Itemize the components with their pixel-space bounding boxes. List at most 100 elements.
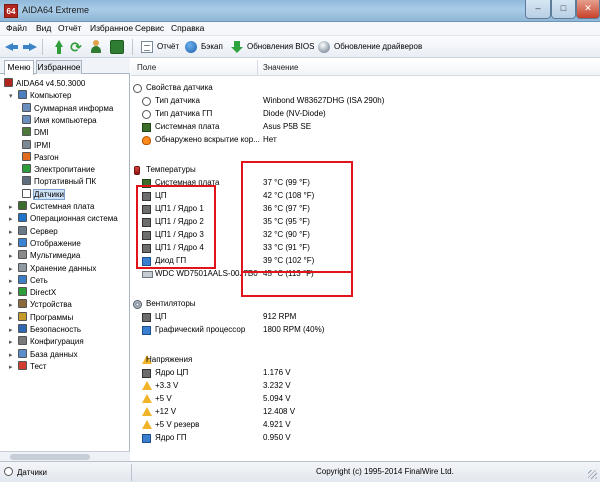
table-row[interactable]: +3.3 V 3.232 V: [131, 380, 600, 392]
menu-view[interactable]: Вид: [36, 23, 51, 33]
tree-expander-icon[interactable]: ▸: [9, 251, 16, 262]
tree-item[interactable]: IPMI: [22, 139, 50, 151]
tree-item[interactable]: Портативный ПК: [22, 176, 96, 187]
tree-item[interactable]: ▸ Операционная система: [9, 213, 118, 224]
tree-item[interactable]: ▸ Безопасность: [9, 324, 81, 335]
table-row[interactable]: ЦП1 / Ядро 2 35 °C (95 °F): [131, 216, 600, 228]
tree-expander-icon[interactable]: ▸: [9, 325, 16, 336]
tree-item[interactable]: ▸ Конфигурация: [9, 336, 84, 347]
tree-item[interactable]: Датчики: [22, 188, 65, 200]
table-row[interactable]: WDC WD7501AALS-00J7B0 45 °C (113 °F): [131, 268, 600, 280]
refresh-icon[interactable]: ⟳: [69, 40, 83, 54]
column-field[interactable]: Поле: [137, 63, 156, 72]
tree-item-icon: [18, 250, 27, 260]
cpu-icon: [142, 218, 151, 227]
table-row[interactable]: Ядро ЦП 1.176 V: [131, 367, 600, 379]
horizontal-scrollbar[interactable]: [0, 451, 130, 461]
table-row[interactable]: +5 V резерв 4.921 V: [131, 419, 600, 431]
scrollbar-thumb[interactable]: [10, 454, 90, 460]
tree-item[interactable]: AIDA64 v4.50.3000: [4, 78, 85, 89]
menu-report[interactable]: Отчёт: [58, 23, 82, 33]
table-row[interactable]: Тип датчика ГП Diode (NV-Diode): [131, 108, 600, 120]
up-arrow-icon[interactable]: [52, 40, 66, 54]
table-row[interactable]: Ядро ГП 0.950 V: [131, 432, 600, 444]
tree-item[interactable]: Суммарная информа: [22, 102, 113, 114]
tree-item[interactable]: ▸ Программы: [9, 311, 74, 324]
tab-menu[interactable]: Меню: [4, 60, 34, 75]
tree-expander-icon[interactable]: ▸: [9, 362, 16, 373]
motherboard-icon[interactable]: [110, 40, 124, 54]
table-row[interactable]: Обнаружено вскрытие кор... Нет: [131, 134, 600, 146]
tree-expander-icon[interactable]: ▸: [9, 214, 16, 225]
tree-item-icon: [18, 360, 27, 370]
user-icon[interactable]: [89, 40, 103, 54]
tree-item[interactable]: ▸ Сеть: [9, 274, 48, 287]
bios-update-button[interactable]: Обновления BIOS: [231, 39, 314, 55]
table-row[interactable]: ЦП 42 °C (108 °F): [131, 190, 600, 202]
tree-item-icon: [18, 201, 27, 210]
tree-item[interactable]: Электропитание: [22, 164, 95, 175]
table-row[interactable]: Диод ГП 39 °C (102 °F): [131, 255, 600, 267]
menu-help[interactable]: Справка: [171, 23, 204, 33]
gpu-icon: [142, 434, 151, 443]
tree-expander-icon[interactable]: ▸: [9, 300, 16, 311]
tree-item[interactable]: ▸ Отображение: [9, 237, 81, 250]
tree-item-label: Сеть: [30, 275, 48, 285]
tree-item[interactable]: ▸ Системная плата: [9, 201, 95, 212]
maximize-button[interactable]: □: [551, 0, 576, 19]
tree-item[interactable]: ▸ Тест: [9, 360, 47, 373]
column-divider[interactable]: [257, 60, 258, 76]
cpu-icon: [142, 205, 151, 214]
menu-file[interactable]: Файл: [6, 23, 27, 33]
tree-expander-icon[interactable]: ▸: [9, 264, 16, 275]
forward-arrow-icon[interactable]: [22, 40, 37, 54]
tree-item-icon: [18, 90, 27, 100]
tree-item-label: Отображение: [30, 238, 81, 248]
tab-favorites[interactable]: Избранное: [36, 60, 82, 74]
table-row[interactable]: Системная плата Asus P5B SE: [131, 121, 600, 133]
table-row[interactable]: +5 V 5.094 V: [131, 393, 600, 405]
resize-grip[interactable]: [588, 470, 597, 479]
tree-item[interactable]: ▸ Хранение данных: [9, 262, 96, 275]
tree-expander-icon[interactable]: ▸: [9, 313, 16, 324]
tree-item[interactable]: ▸ Устройства: [9, 299, 72, 310]
tree-item-label: Сервер: [30, 226, 58, 236]
tree-item[interactable]: Разгон: [22, 151, 59, 163]
column-value[interactable]: Значение: [263, 63, 298, 72]
tree-expander-icon[interactable]: ▸: [9, 288, 16, 299]
tree-item[interactable]: Имя компьютера: [22, 114, 97, 126]
table-row[interactable]: ЦП1 / Ядро 1 36 °C (97 °F): [131, 203, 600, 215]
tree-expander-icon[interactable]: ▸: [9, 202, 16, 213]
table-row[interactable]: ЦП 912 RPM: [131, 311, 600, 323]
table-row[interactable]: +12 V 12.408 V: [131, 406, 600, 418]
tree-expander-icon[interactable]: ▸: [9, 350, 16, 361]
close-button[interactable]: ✕: [576, 0, 600, 19]
table-row[interactable]: Графический процессор 1800 RPM (40%): [131, 324, 600, 336]
minimize-button[interactable]: –: [525, 0, 551, 19]
tree-item-label: Мультимедиа: [30, 251, 81, 261]
tree-item[interactable]: DMI: [22, 127, 49, 138]
tree-item-icon: [18, 237, 27, 247]
menu-favorites[interactable]: Избранное: [90, 23, 133, 33]
report-button[interactable]: Отчёт: [141, 39, 179, 55]
tree-expander-icon[interactable]: ▸: [9, 337, 16, 348]
backup-button[interactable]: Бэкап: [185, 39, 223, 55]
tree-expander-icon[interactable]: ▸: [9, 239, 16, 250]
table-row[interactable]: ЦП1 / Ядро 3 32 °C (90 °F): [131, 229, 600, 241]
tree-item-label: Программы: [30, 312, 74, 322]
driver-update-button[interactable]: Обновление драйверов: [318, 39, 422, 55]
table-row[interactable]: Системная плата 37 °C (99 °F): [131, 177, 600, 189]
tree-item[interactable]: ▸ Сервер: [9, 225, 58, 238]
back-arrow-icon[interactable]: [4, 40, 18, 54]
table-row[interactable]: ЦП1 / Ядро 4 33 °C (91 °F): [131, 242, 600, 254]
menu-service[interactable]: Сервис: [135, 23, 164, 33]
tree-item[interactable]: ▸ Мультимедиа: [9, 250, 80, 261]
tree-expander-icon[interactable]: ▸: [9, 276, 16, 287]
tree-expander-icon[interactable]: ▸: [9, 227, 16, 238]
tree-item[interactable]: ▾ Компьютер: [9, 90, 71, 101]
tree-expander-icon[interactable]: ▾: [9, 91, 16, 102]
table-row[interactable]: Тип датчика Winbond W83627DHG (ISA 290h): [131, 95, 600, 107]
tree-item[interactable]: ▸ DirectX: [9, 287, 56, 298]
tree-item[interactable]: ▸ База данных: [9, 348, 78, 361]
tree-item-icon: [22, 188, 31, 198]
